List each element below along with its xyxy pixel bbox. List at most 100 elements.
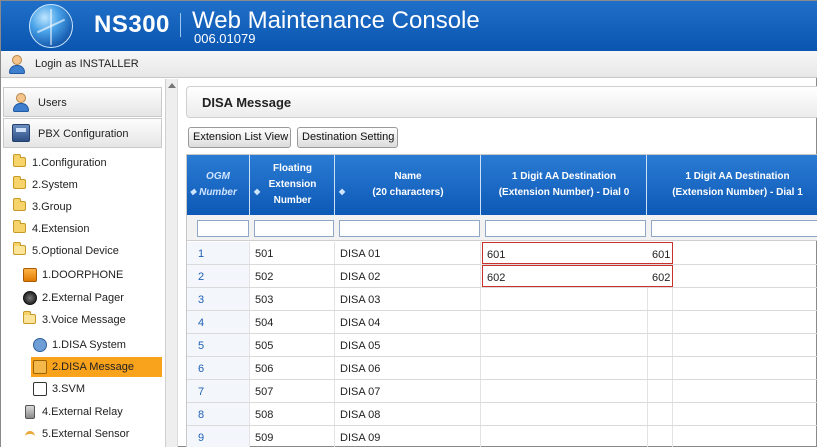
tree-item-voice-message[interactable]: 3.Voice Message bbox=[1, 310, 161, 330]
dial-1-destination-cell[interactable] bbox=[648, 288, 673, 310]
header-text: 1 Digit AA Destination bbox=[685, 171, 790, 182]
tree-item-label: 5.External Sensor bbox=[42, 428, 130, 440]
floating-extension-cell[interactable]: 507 bbox=[251, 380, 335, 402]
pbx-icon bbox=[12, 124, 30, 142]
dial-1-destination-cell[interactable] bbox=[648, 380, 673, 402]
login-bar: Login as INSTALLER bbox=[1, 51, 817, 78]
sidebar-pbx-configuration-button[interactable]: PBX Configuration bbox=[3, 118, 162, 148]
sidebar-users-button[interactable]: Users bbox=[3, 87, 162, 117]
dial-0-destination-cell[interactable] bbox=[482, 403, 648, 425]
column-header-name[interactable]: ◆ Name (20 characters) bbox=[336, 155, 481, 215]
ogm-number-cell[interactable]: 2 bbox=[195, 265, 250, 287]
tree-item-label: 3.Group bbox=[32, 201, 72, 213]
tree-item-system[interactable]: 2.System bbox=[1, 175, 161, 195]
tree-item-disa-message[interactable]: 2.DISA Message bbox=[31, 357, 162, 377]
dial-1-destination-cell[interactable] bbox=[648, 403, 673, 425]
table-row[interactable]: 4 504 DISA 04 bbox=[187, 311, 817, 334]
dial-1-destination-cell[interactable]: 602 bbox=[648, 265, 673, 287]
tree-item-optional-device[interactable]: 5.Optional Device bbox=[1, 241, 161, 261]
ogm-number-cell[interactable]: 7 bbox=[195, 380, 250, 402]
tree-item-external-pager[interactable]: 2.External Pager bbox=[1, 288, 161, 308]
table-row[interactable]: 6 506 DISA 06 bbox=[187, 357, 817, 380]
floating-extension-cell[interactable]: 501 bbox=[251, 242, 335, 264]
ogm-number-cell[interactable]: 9 bbox=[195, 426, 250, 447]
scroll-up-arrow-icon[interactable] bbox=[168, 83, 176, 88]
tree-item-label: 2.System bbox=[32, 179, 78, 191]
floating-extension-cell[interactable]: 508 bbox=[251, 403, 335, 425]
tree-item-svm[interactable]: 3.SVM bbox=[1, 379, 161, 399]
name-cell[interactable]: DISA 03 bbox=[336, 288, 481, 310]
dial-0-destination-cell[interactable] bbox=[482, 288, 648, 310]
floating-extension-cell[interactable]: 503 bbox=[251, 288, 335, 310]
dial-0-destination-cell[interactable] bbox=[482, 380, 648, 402]
tree-item-extension[interactable]: 4.Extension bbox=[1, 219, 161, 239]
sidebar-scrollbar[interactable] bbox=[166, 79, 178, 447]
ogm-number-cell[interactable]: 8 bbox=[195, 403, 250, 425]
filter-input-ogm[interactable] bbox=[197, 220, 249, 237]
tree-item-label: 1.DOORPHONE bbox=[42, 269, 124, 281]
row-gutter bbox=[187, 357, 195, 379]
dial-0-destination-cell[interactable] bbox=[482, 311, 648, 333]
ogm-number-cell[interactable]: 1 bbox=[195, 242, 250, 264]
name-cell[interactable]: DISA 05 bbox=[336, 334, 481, 356]
tree-item-external-sensor[interactable]: 5.External Sensor bbox=[1, 424, 161, 444]
floating-extension-cell[interactable]: 506 bbox=[251, 357, 335, 379]
tree-item-group[interactable]: 3.Group bbox=[1, 197, 161, 217]
filter-input-dial-1[interactable] bbox=[651, 220, 817, 237]
floating-extension-cell[interactable]: 505 bbox=[251, 334, 335, 356]
column-header-floating-extension-number[interactable]: ◆ Floating Extension Number bbox=[251, 155, 335, 215]
dial-1-destination-cell[interactable] bbox=[648, 334, 673, 356]
name-cell[interactable]: DISA 08 bbox=[336, 403, 481, 425]
ogm-number-cell[interactable]: 6 bbox=[195, 357, 250, 379]
dial-0-destination-cell[interactable] bbox=[482, 357, 648, 379]
ogm-number-cell[interactable]: 3 bbox=[195, 288, 250, 310]
ogm-number-cell[interactable]: 4 bbox=[195, 311, 250, 333]
row-gutter bbox=[187, 426, 195, 447]
folder-icon bbox=[13, 220, 26, 233]
floating-extension-cell[interactable]: 504 bbox=[251, 311, 335, 333]
filter-input-name[interactable] bbox=[339, 220, 480, 237]
name-cell[interactable]: DISA 02 bbox=[336, 265, 481, 287]
dial-0-destination-cell[interactable]: 601 bbox=[482, 242, 648, 264]
row-gutter bbox=[187, 288, 195, 310]
dial-0-destination-cell[interactable] bbox=[482, 334, 648, 356]
tree-item-disa-system[interactable]: 1.DISA System bbox=[1, 335, 161, 355]
tree-item-configuration[interactable]: 1.Configuration bbox=[1, 153, 161, 173]
filter-input-dial-0[interactable] bbox=[485, 220, 646, 237]
dial-0-destination-cell[interactable] bbox=[482, 426, 648, 447]
table-row[interactable]: 1 501 DISA 01 601 601 bbox=[187, 242, 817, 265]
row-gutter bbox=[187, 403, 195, 425]
disa-message-table: ◆ OGM Number ◆ Floating Extension Number ◆ … bbox=[186, 154, 817, 447]
folder-open-icon bbox=[13, 242, 26, 255]
table-row[interactable]: 3 503 DISA 03 bbox=[187, 288, 817, 311]
floating-extension-cell[interactable]: 502 bbox=[251, 265, 335, 287]
tree-item-doorphone[interactable]: 1.DOORPHONE bbox=[1, 265, 161, 285]
dial-1-destination-cell[interactable]: 601 bbox=[648, 242, 673, 264]
floating-extension-cell[interactable]: 509 bbox=[251, 426, 335, 447]
header-text: (20 characters) bbox=[372, 187, 444, 198]
column-header-dial-0[interactable]: 1 Digit AA Destination (Extension Number)… bbox=[482, 155, 647, 215]
page-title: DISA Message bbox=[202, 95, 292, 110]
table-row[interactable]: 2 502 DISA 02 602 602 bbox=[187, 265, 817, 288]
table-row[interactable]: 8 508 DISA 08 bbox=[187, 403, 817, 426]
dial-0-destination-cell[interactable]: 602 bbox=[482, 265, 648, 287]
column-header-ogm-number[interactable]: ◆ OGM Number bbox=[187, 155, 250, 215]
tree-item-external-relay[interactable]: 4.External Relay bbox=[1, 402, 161, 422]
destination-setting-button[interactable]: Destination Setting bbox=[297, 127, 398, 148]
name-cell[interactable]: DISA 09 bbox=[336, 426, 481, 447]
filter-input-floating[interactable] bbox=[254, 220, 334, 237]
name-cell[interactable]: DISA 06 bbox=[336, 357, 481, 379]
extension-list-view-button[interactable]: Extension List View bbox=[188, 127, 291, 148]
name-cell[interactable]: DISA 07 bbox=[336, 380, 481, 402]
column-header-dial-1[interactable]: 1 Digit AA Destination (Extension Number)… bbox=[648, 155, 817, 215]
name-cell[interactable]: DISA 01 bbox=[336, 242, 481, 264]
dial-1-destination-cell[interactable] bbox=[648, 426, 673, 447]
row-gutter bbox=[187, 242, 195, 264]
dial-1-destination-cell[interactable] bbox=[648, 357, 673, 379]
dial-1-destination-cell[interactable] bbox=[648, 311, 673, 333]
table-row[interactable]: 9 509 DISA 09 bbox=[187, 426, 817, 447]
table-row[interactable]: 5 505 DISA 05 bbox=[187, 334, 817, 357]
ogm-number-cell[interactable]: 5 bbox=[195, 334, 250, 356]
table-row[interactable]: 7 507 DISA 07 bbox=[187, 380, 817, 403]
name-cell[interactable]: DISA 04 bbox=[336, 311, 481, 333]
